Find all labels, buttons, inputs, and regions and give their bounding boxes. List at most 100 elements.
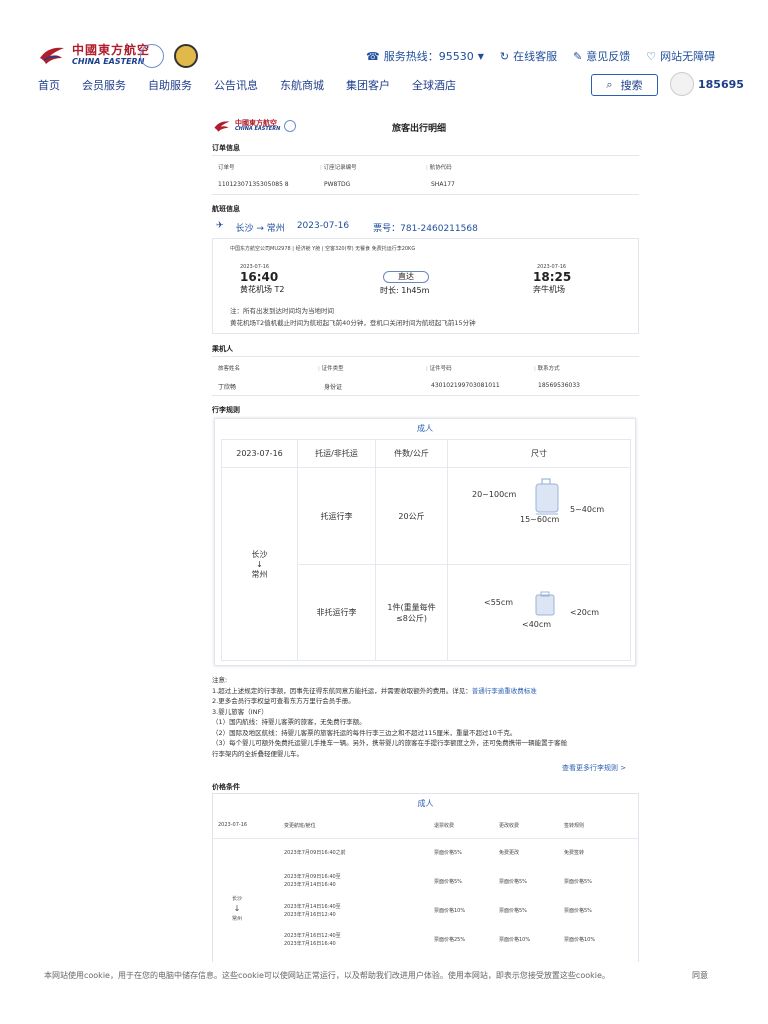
online-service-label: 在线客服 <box>513 50 558 63</box>
price-header-divider <box>212 838 639 839</box>
order-section-title: 订单信息 <box>212 144 240 152</box>
user-id[interactable]: 185695 <box>698 78 744 91</box>
arr-time: 18:25 <box>533 270 572 284</box>
nav-item-mall[interactable]: 东航商城 <box>280 77 324 93</box>
checked-dim-height: 20~100cm <box>472 490 517 499</box>
luggage-table: 2023-07-16 托运/非托运 件数/公斤 尺寸 长沙 ↓ 常州 托运行李 … <box>221 439 631 661</box>
passenger-header-idtype: | 证件类型 <box>318 366 344 372</box>
lug-header-weight: 件数/公斤 <box>375 439 448 468</box>
price-route-arrow: ↓ <box>233 904 241 913</box>
price-row-time: 2023年7月09日16:40之前 <box>284 850 346 856</box>
price-header-date: 2023-07-16 <box>218 822 248 828</box>
award-badge-icon <box>174 44 198 68</box>
edit-icon: ✎ <box>573 49 583 63</box>
price-route-from: 长沙 <box>232 896 243 902</box>
order-header-iata: | 航协代码 <box>426 165 452 171</box>
lug-carry-size: <55cm <20cm <40cm <box>447 564 631 661</box>
lug-route-from: 长沙 <box>251 549 268 559</box>
swallow-logo-icon <box>214 121 230 132</box>
headset-icon: ↻ <box>499 49 510 63</box>
online-service-link[interactable]: ↻ 在线客服 <box>500 48 557 64</box>
accessibility-label: 网站无障碍 <box>660 50 716 63</box>
nav-item-corporate[interactable]: 集团客户 <box>346 77 390 93</box>
notes-line-5: （2）国际及地区航线：持婴儿客票的旅客托运的每件行李三边之和不超过115厘米，重… <box>212 728 517 737</box>
checked-dim-width: 15~60cm <box>520 515 560 524</box>
search-label: 搜索 <box>620 79 643 92</box>
price-header-refund: 退票收费 <box>434 823 455 829</box>
price-route-to: 常州 <box>232 916 243 922</box>
order-header-no: 订单号 <box>218 165 235 171</box>
overweight-fee-link[interactable]: 普通行李逾重收费标准 <box>472 687 537 695</box>
price-row-change: 票面价格5% <box>499 908 527 914</box>
price-row-refund: 票面价格5% <box>434 850 462 856</box>
chevron-down-icon: ▼ <box>477 51 484 61</box>
nav-item-self-service[interactable]: 自助服务 <box>148 77 192 93</box>
notes-line-2: 2.更多会员行李权益可查看东方万里行会员手册。 <box>212 697 355 705</box>
passenger-section-title: 乘机人 <box>212 345 233 353</box>
lug-checked-label: 托运行李 <box>297 467 376 565</box>
carry-dim-height: <55cm <box>484 598 514 607</box>
ticket-number: 票号：781-2460211568 <box>373 224 478 234</box>
price-row-change: 票面价格5% <box>499 879 527 885</box>
flight-note-1: 注：所有出发到达时间均为当地时间 <box>230 307 334 315</box>
brand-logo[interactable]: 中國東方航空 CHINA EASTERN <box>38 44 150 66</box>
carry-dim-depth: <20cm <box>570 608 600 617</box>
price-header-endorse: 签转规则 <box>564 823 585 829</box>
lug-header-size: 尺寸 <box>447 439 631 468</box>
passenger-idno: 430102199703081011 <box>431 382 500 389</box>
nav-item-notices[interactable]: 公告讯息 <box>214 77 258 93</box>
search-button[interactable]: ⌕ 搜索 <box>591 74 658 96</box>
notes-title: 注意: <box>212 676 228 684</box>
lug-route: 长沙 ↓ 常州 <box>221 467 298 661</box>
feedback-label: 意见反馈 <box>586 50 631 63</box>
plane-icon: ✈ <box>216 221 224 231</box>
nav-item-home[interactable]: 首页 <box>38 77 60 93</box>
passenger-table <box>212 356 639 396</box>
price-adult-label: 成人 <box>417 799 434 808</box>
main-nav: 首页 会员服务 自助服务 公告讯息 东航商城 集团客户 全球酒店 <box>38 77 456 93</box>
avatar[interactable] <box>670 72 694 96</box>
price-row-time: 2023年7月14日16:40至 2023年7月16日12:40 <box>284 904 341 918</box>
feedback-link[interactable]: ✎ 意见反馈 <box>573 48 630 64</box>
doc-logo: 中國東方航空 CHINA EASTERN <box>212 119 297 133</box>
flight-note-2: 黄花机场T2值机截止时间为航班起飞前40分钟，登机口关闭时间为航班起飞前15分钟 <box>230 319 476 327</box>
passenger-idtype: 身份证 <box>324 384 343 391</box>
nav-item-hotels[interactable]: 全球酒店 <box>412 77 456 93</box>
cookie-agree-button[interactable]: 同意 <box>692 970 708 981</box>
cookie-banner: 本网站使用cookie，用于在您的电脑中储存信息。这些cookie可以使网站正常… <box>0 962 768 986</box>
hotline-label: 服务热线：95530 <box>383 50 474 63</box>
luggage-section-title: 行李规则 <box>212 406 240 414</box>
passenger-name: 丁欣畅 <box>218 384 237 391</box>
price-row-change: 免费更改 <box>499 850 520 856</box>
suitcase-icon <box>535 478 559 515</box>
swallow-logo-icon <box>40 47 64 64</box>
checked-dim-depth: 5~40cm <box>570 505 605 514</box>
lug-header-date: 2023-07-16 <box>221 439 298 468</box>
notes-line-1: 1.超过上述规定的行李额，因事先征得东航同意方能托运，并需要收取额外的费用。详见… <box>212 686 537 695</box>
doc-logo-en: CHINA EASTERN <box>235 126 281 132</box>
notes-line-3: 3.婴儿旅客（INF） <box>212 707 268 716</box>
price-row-refund: 票面价格25% <box>434 937 466 943</box>
passenger-contact: 18569536033 <box>538 382 580 389</box>
lug-route-to: 常州 <box>251 569 268 579</box>
nav-item-member[interactable]: 会员服务 <box>82 77 126 93</box>
price-route: 长沙 ↓ 常州 <box>232 894 242 924</box>
price-row-refund: 票面价格10% <box>434 908 466 914</box>
logo-cn-text: 中國東方航空 <box>72 43 151 57</box>
price-row-time: 2023年7月16日12:40至 2023年7月16日16:40 <box>284 933 341 947</box>
logo-en-text: CHINA EASTERN <box>72 57 145 66</box>
luggage-panel: 成人 2023-07-16 托运/非托运 件数/公斤 尺寸 长沙 ↓ 常州 托运… <box>214 418 636 666</box>
notes-line-4: （1）国内航线：持婴儿客票的旅客，无免费行李额。 <box>212 718 366 726</box>
hotline-link[interactable]: ☎ 服务热线：95530 ▼ <box>366 48 484 64</box>
accessibility-link[interactable]: ♡ 网站无障碍 <box>646 48 715 64</box>
price-header-change-flight: 变更航班/舱位 <box>284 823 316 829</box>
lug-carry-label: 非托运行李 <box>297 564 376 661</box>
carryon-bag-icon <box>535 591 555 616</box>
price-row-time: 2023年7月09日16:40至 2023年7月14日16:40 <box>284 874 341 888</box>
phone-icon: ☎ <box>366 49 380 63</box>
lug-header-type: 托运/非托运 <box>297 439 376 468</box>
more-rules-link[interactable]: 查看更多行李规则 > <box>562 763 626 773</box>
carry-weight-line2: ≤8公斤) <box>396 613 427 623</box>
doc-alliance-icon <box>284 120 297 132</box>
direct-badge: 直达 <box>383 271 429 283</box>
